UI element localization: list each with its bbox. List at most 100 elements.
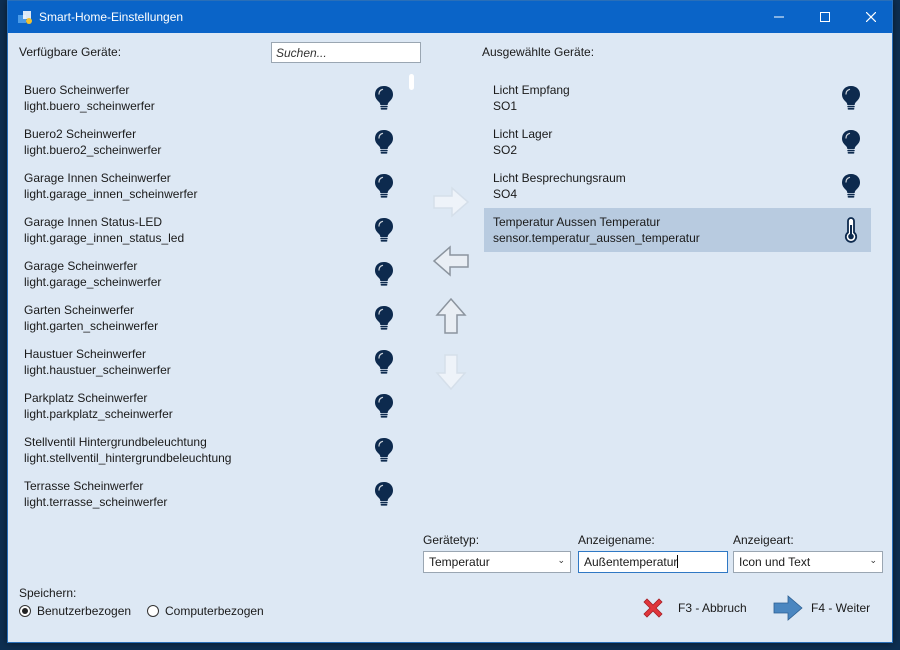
maximize-icon <box>820 12 830 22</box>
device-id: light.haustuer_scheinwerfer <box>24 363 171 377</box>
bulb-icon <box>840 85 862 111</box>
bulb-icon <box>373 217 395 243</box>
available-devices-label: Verfügbare Geräte: <box>19 45 122 59</box>
list-item[interactable]: Stellventil Hintergrundbeleuchtung light.… <box>15 428 405 472</box>
device-name: Buero2 Scheinwerfer <box>24 127 137 141</box>
device-name: Buero Scheinwerfer <box>24 83 130 97</box>
device-type-value: Temperatur <box>429 555 490 569</box>
cancel-button[interactable]: F3 - Abbruch <box>640 595 747 621</box>
bulb-icon <box>373 481 395 507</box>
device-id: sensor.temperatur_aussen_temperatur <box>493 231 700 245</box>
next-arrow-icon <box>773 595 803 621</box>
bulb-icon <box>840 173 862 199</box>
chevron-down-icon: ⌄ <box>557 555 565 565</box>
device-name: Stellventil Hintergrundbeleuchtung <box>24 435 207 449</box>
bulb-icon <box>373 173 395 199</box>
available-devices-list[interactable]: Buero Scheinwerfer light.buero_scheinwerf… <box>15 76 405 516</box>
device-id: light.garage_innen_status_led <box>24 231 185 245</box>
device-name: Licht Empfang <box>493 83 570 97</box>
device-id: light.terrasse_scheinwerfer <box>24 495 168 509</box>
display-name-value: Außentemperatur <box>584 555 678 569</box>
device-name: Haustuer Scheinwerfer <box>24 347 147 361</box>
bulb-icon <box>373 305 395 331</box>
move-down-button[interactable] <box>435 353 467 391</box>
list-item[interactable]: Licht Empfang SO1 <box>484 76 871 120</box>
red-x-icon <box>643 598 663 618</box>
device-id: SO2 <box>493 143 518 157</box>
list-item[interactable]: Buero2 Scheinwerfer light.buero2_scheinwe… <box>15 120 405 164</box>
radio-user-label: Benutzerbezogen <box>37 604 132 618</box>
device-name: Licht Besprechungsraum <box>493 171 626 185</box>
thermometer-icon <box>840 217 862 243</box>
list-item[interactable]: Garage Innen Scheinwerfer light.garage_in… <box>15 164 405 208</box>
device-id: light.buero2_scheinwerfer <box>24 143 162 157</box>
display-name-input[interactable]: Außentemperatur <box>578 551 728 573</box>
close-button[interactable] <box>848 1 894 33</box>
device-id: light.buero_scheinwerfer <box>24 99 155 113</box>
device-id: SO4 <box>493 187 518 201</box>
device-name: Temperatur Aussen Temperatur <box>493 215 661 229</box>
list-item[interactable]: Garage Innen Status-LED light.garage_inne… <box>15 208 405 252</box>
list-item[interactable]: Haustuer Scheinwerfer light.haustuer_sche… <box>15 340 405 384</box>
list-item[interactable]: Garten Scheinwerfer light.garten_scheinwe… <box>15 296 405 340</box>
settings-dialog: Smart-Home-Einstellungen Verfügbare Gerä… <box>7 0 893 643</box>
radio-user-indicator[interactable] <box>19 605 31 617</box>
minimize-icon <box>774 16 784 18</box>
list-item[interactable]: Temperatur Aussen Temperatur sensor.tempe… <box>484 208 871 252</box>
search-input[interactable] <box>271 42 421 63</box>
bulb-icon <box>373 393 395 419</box>
device-name: Garage Innen Status-LED <box>24 215 163 229</box>
device-id: light.parkplatz_scheinwerfer <box>24 407 173 421</box>
scrollbar-thumb[interactable] <box>409 74 414 90</box>
bulb-icon <box>373 437 395 463</box>
bulb-icon <box>373 129 395 155</box>
minimize-button[interactable] <box>756 1 802 33</box>
close-icon <box>866 12 876 22</box>
list-item[interactable]: Buero Scheinwerfer light.buero_scheinwerf… <box>15 76 405 120</box>
bulb-icon <box>373 85 395 111</box>
maximize-button[interactable] <box>802 1 848 33</box>
device-name: Garten Scheinwerfer <box>24 303 135 317</box>
display-name-label: Anzeigename: <box>578 533 655 547</box>
list-item[interactable]: Licht Besprechungsraum SO4 <box>484 164 871 208</box>
next-label: F4 - Weiter <box>811 601 871 615</box>
device-name: Terrasse Scheinwerfer <box>24 479 144 493</box>
move-right-button[interactable] <box>432 186 470 218</box>
next-button[interactable]: F4 - Weiter <box>773 595 870 621</box>
app-icon <box>18 11 32 24</box>
radio-computer[interactable]: Computerbezogen <box>147 604 264 618</box>
move-up-button[interactable] <box>435 297 467 335</box>
list-item[interactable]: Licht Lager SO2 <box>484 120 871 164</box>
save-label: Speichern: <box>19 586 77 600</box>
device-name: Garage Scheinwerfer <box>24 259 138 273</box>
device-id: light.garage_innen_scheinwerfer <box>24 187 198 201</box>
device-name: Parkplatz Scheinwerfer <box>24 391 148 405</box>
device-id: light.garage_scheinwerfer <box>24 275 162 289</box>
device-id: light.stellventil_hintergrundbeleuchtung <box>24 451 232 465</box>
selected-devices-list[interactable]: Licht Empfang SO1 Licht Lager SO2 Licht Besp… <box>484 76 871 276</box>
list-item[interactable]: Parkplatz Scheinwerfer light.parkplatz_sc… <box>15 384 405 428</box>
device-type-select[interactable]: Temperatur ⌄ <box>423 551 571 573</box>
list-item[interactable]: Terrasse Scheinwerfer light.terrasse_sche… <box>15 472 405 516</box>
display-mode-select[interactable]: Icon und Text ⌄ <box>733 551 883 573</box>
radio-computer-label: Computerbezogen <box>165 604 264 618</box>
device-id: light.garten_scheinwerfer <box>24 319 159 333</box>
list-item[interactable]: Garage Scheinwerfer light.garage_scheinwe… <box>15 252 405 296</box>
display-mode-value: Icon und Text <box>739 555 811 569</box>
radio-user[interactable]: Benutzerbezogen <box>19 604 131 618</box>
move-left-button[interactable] <box>432 245 470 277</box>
device-name: Licht Lager <box>493 127 553 141</box>
device-type-label: Gerätetyp: <box>423 533 480 547</box>
text-cursor <box>677 555 679 568</box>
chevron-down-icon: ⌄ <box>869 555 877 565</box>
radio-computer-indicator[interactable] <box>147 605 159 617</box>
window-title: Smart-Home-Einstellungen <box>39 10 184 24</box>
bulb-icon <box>840 129 862 155</box>
selected-devices-label: Ausgewählte Geräte: <box>482 45 595 59</box>
title-bar[interactable]: Smart-Home-Einstellungen <box>8 1 892 33</box>
bulb-icon <box>373 261 395 287</box>
device-name: Garage Innen Scheinwerfer <box>24 171 171 185</box>
cancel-label: F3 - Abbruch <box>678 601 747 615</box>
display-mode-label: Anzeigeart: <box>733 533 794 547</box>
device-id: SO1 <box>493 99 518 113</box>
